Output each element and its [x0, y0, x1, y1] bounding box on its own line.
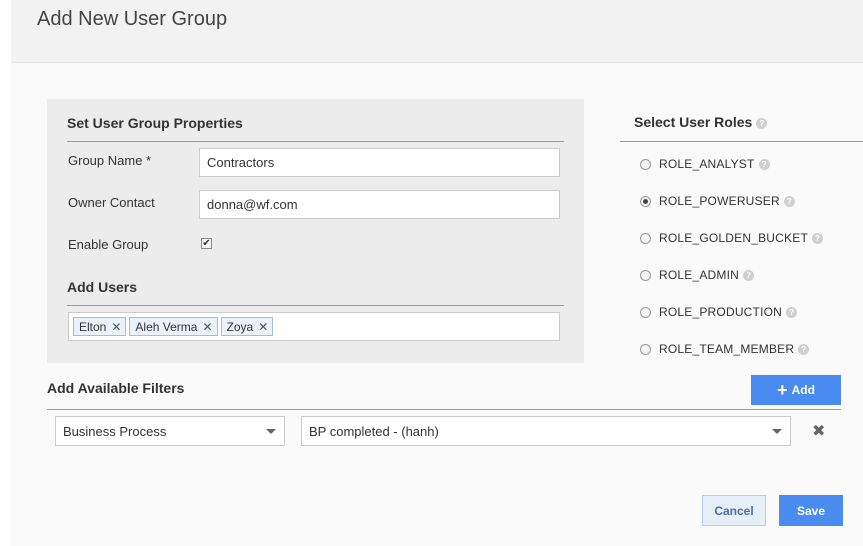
user-tag-label: Elton	[79, 319, 107, 334]
role-radio[interactable]	[640, 306, 651, 318]
role-option-production[interactable]: ROLE_PRODUCTION ?	[640, 305, 798, 319]
roles-section-title: Select User Roles?	[634, 114, 768, 130]
plus-icon: +	[777, 380, 788, 400]
filter-value-select[interactable]: BP completed - (hanh)	[301, 416, 791, 446]
remove-tag-icon[interactable]: ✕	[258, 320, 268, 334]
owner-contact-input[interactable]	[199, 190, 560, 219]
role-radio[interactable]	[640, 269, 651, 281]
filter-type-select[interactable]: Business Process	[55, 416, 285, 446]
enable-group-label: Enable Group	[68, 237, 149, 252]
role-label: ROLE_POWERUSER	[659, 194, 780, 208]
help-icon[interactable]: ?	[758, 158, 770, 170]
add-users-divider	[67, 305, 564, 306]
role-radio[interactable]	[640, 195, 651, 207]
role-label: ROLE_PRODUCTION	[659, 305, 783, 319]
add-filter-label: Add	[791, 383, 815, 397]
role-label: ROLE_GOLDEN_BUCKET	[659, 231, 808, 245]
add-filter-button[interactable]: + Add	[751, 375, 841, 405]
role-radio[interactable]	[640, 343, 651, 355]
properties-section-title: Set User Group Properties	[67, 115, 243, 131]
help-icon[interactable]: ?	[811, 232, 823, 244]
user-tag-label: Aleh Verma	[135, 319, 198, 334]
enable-group-checkbox[interactable]: ✔	[201, 238, 212, 249]
owner-contact-label: Owner Contact	[68, 195, 155, 210]
save-button[interactable]: Save	[779, 495, 843, 526]
role-option-poweruser[interactable]: ROLE_POWERUSER ?	[640, 194, 795, 208]
group-name-input[interactable]	[199, 148, 560, 177]
chevron-down-icon	[266, 429, 276, 434]
help-icon[interactable]: ?	[743, 269, 755, 281]
filter-type-value: Business Process	[63, 423, 167, 439]
user-tag-label: Zoya	[226, 319, 254, 334]
role-radio[interactable]	[640, 232, 651, 244]
help-icon[interactable]: ?	[783, 195, 795, 207]
role-option-golden-bucket[interactable]: ROLE_GOLDEN_BUCKET ?	[640, 231, 823, 245]
help-icon[interactable]: ?	[786, 306, 798, 318]
role-label: ROLE_TEAM_MEMBER	[659, 342, 795, 356]
properties-divider	[67, 141, 564, 142]
remove-filter-icon[interactable]: ✖	[812, 421, 825, 441]
help-icon[interactable]: ?	[798, 343, 810, 355]
filters-divider	[47, 409, 841, 410]
help-icon[interactable]: ?	[756, 117, 768, 129]
user-tag: Zoya ✕	[220, 317, 274, 336]
role-option-admin[interactable]: ROLE_ADMIN ?	[640, 268, 755, 282]
filter-value-text: BP completed - (hanh)	[309, 423, 439, 439]
role-option-team-member[interactable]: ROLE_TEAM_MEMBER ?	[640, 342, 810, 356]
remove-tag-icon[interactable]: ✕	[111, 320, 121, 334]
role-option-analyst[interactable]: ROLE_ANALYST ?	[640, 157, 770, 171]
roles-divider	[620, 141, 863, 142]
add-users-section-title: Add Users	[67, 279, 138, 295]
remove-tag-icon[interactable]: ✕	[202, 320, 212, 334]
left-strip	[0, 0, 11, 546]
users-tag-input[interactable]: Elton ✕ Aleh Verma ✕ Zoya ✕	[68, 312, 560, 341]
filters-section-title: Add Available Filters	[47, 380, 185, 396]
role-label: ROLE_ANALYST	[659, 157, 755, 171]
user-tag: Elton ✕	[73, 317, 127, 336]
dialog-title: Add New User Group	[37, 8, 228, 30]
user-tag: Aleh Verma ✕	[129, 317, 218, 336]
dialog-header: Add New User Group	[11, 0, 863, 63]
role-label: ROLE_ADMIN	[659, 268, 740, 282]
group-name-label: Group Name *	[68, 153, 152, 168]
cancel-button[interactable]: Cancel	[702, 495, 766, 526]
roles-title-label: Select User Roles	[634, 114, 753, 130]
chevron-down-icon	[772, 429, 782, 434]
role-radio[interactable]	[640, 158, 651, 170]
